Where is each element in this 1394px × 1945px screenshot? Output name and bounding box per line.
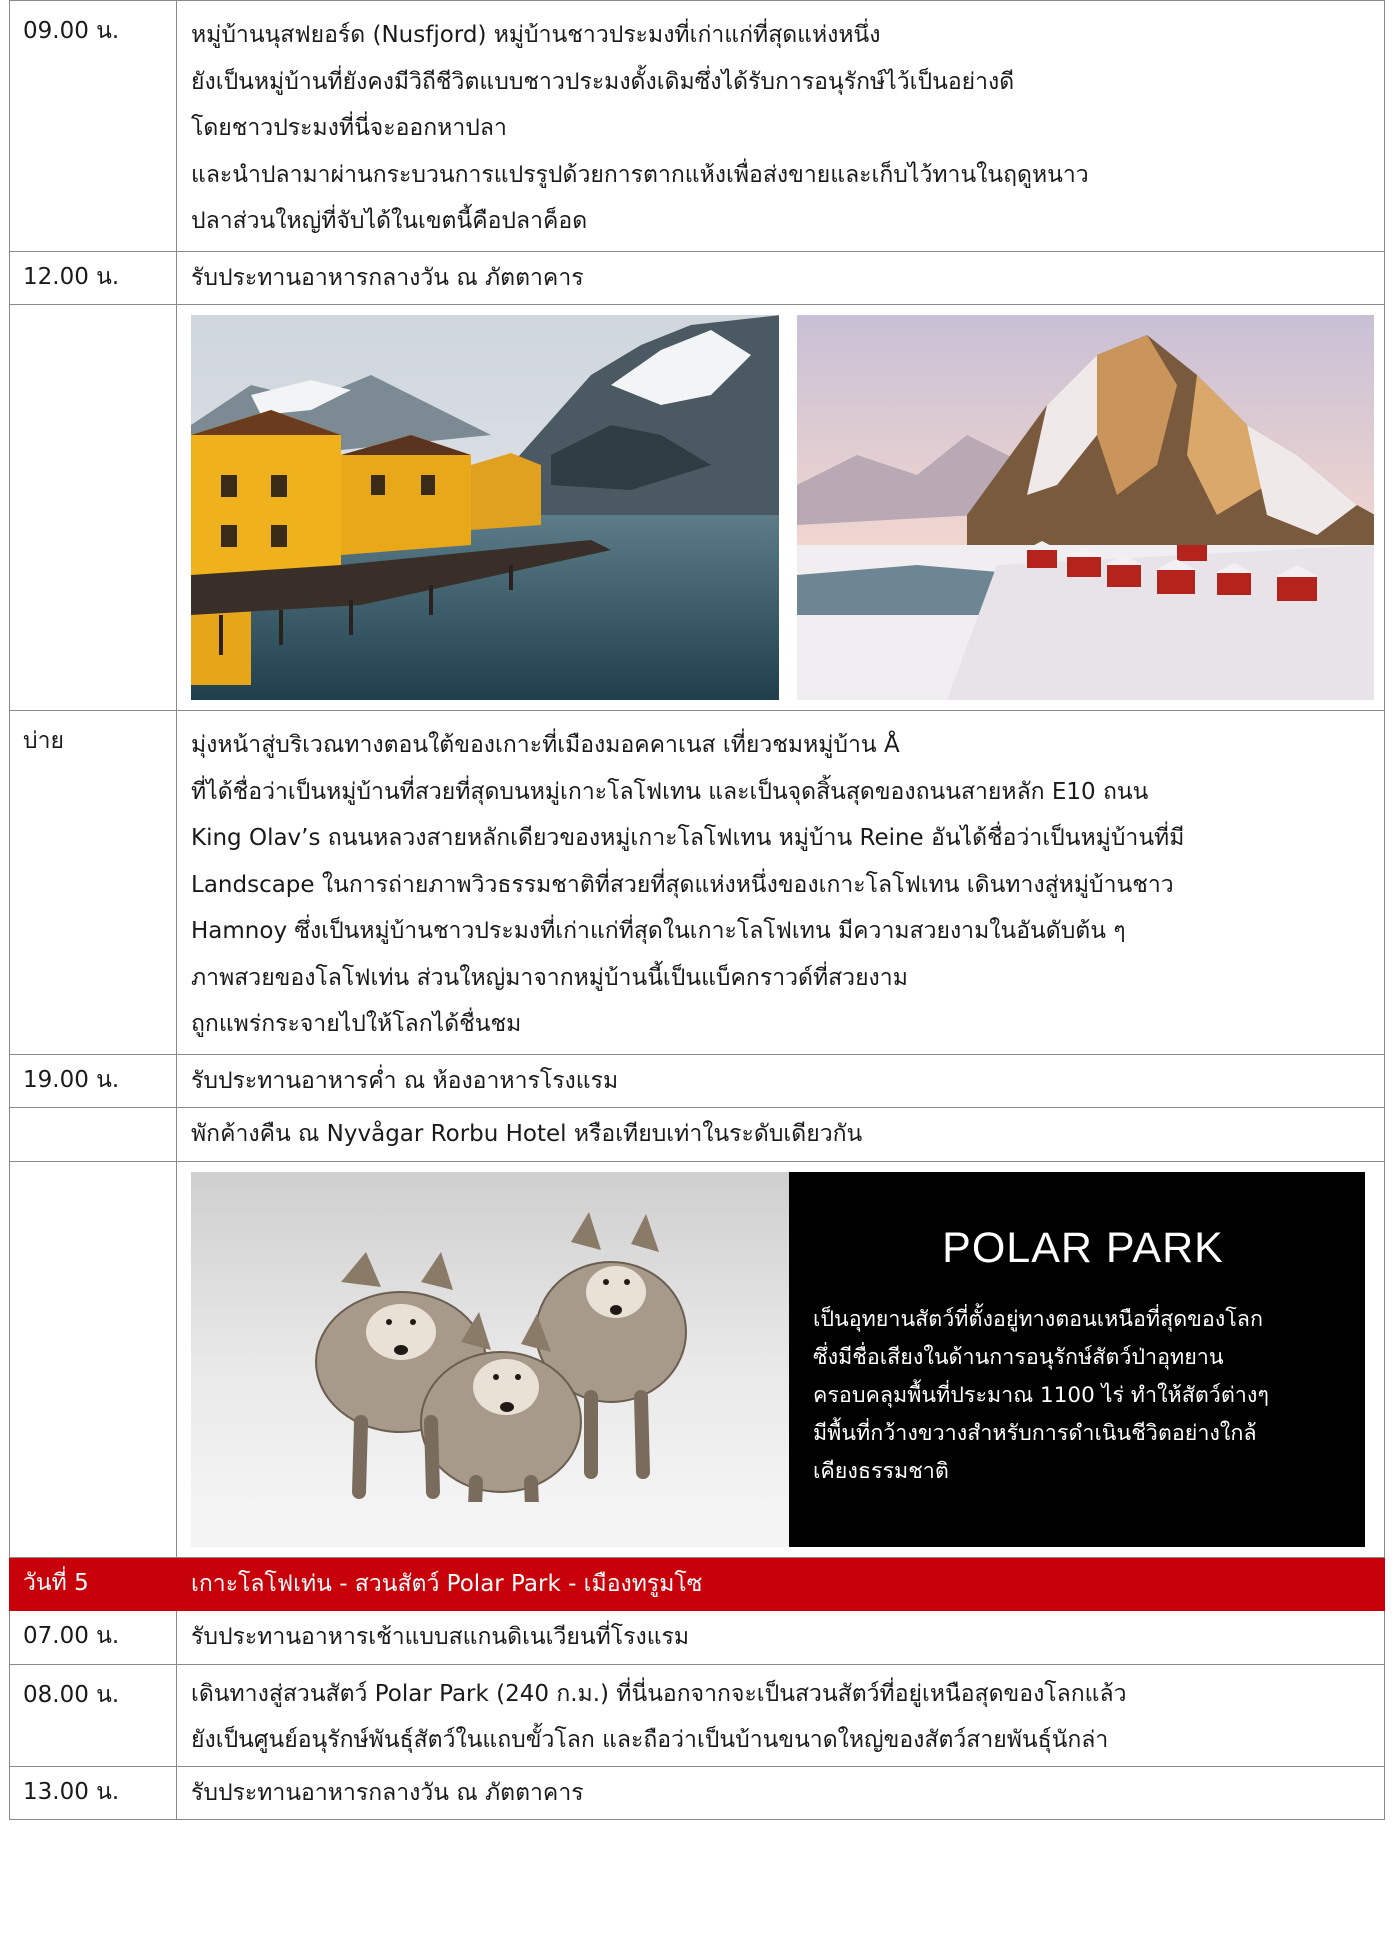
description-cell: หมู่บ้านนุสฟยอร์ด (Nusfjord) หมู่บ้านชาว… — [176, 0, 1385, 252]
description-line: ยังเป็นศูนย์อนุรักษ์พันธุ์สัตว์ในแถบขั้ว… — [191, 1727, 1109, 1753]
polar-park-line: มีพื้นที่กว้างขวางสำหรับการดำเนินชีวิตอย… — [813, 1420, 1257, 1446]
polar-park-line: ซึ่งมีชื่อเสียงในด้านการอนุรักษ์สัตว์ป่า… — [813, 1344, 1224, 1370]
description-line: ปลาส่วนใหญ่ที่จับได้ในเขตนี้คือปลาค็อด — [191, 208, 588, 234]
image-cell: POLAR PARK เป็นอุทยานสัตว์ที่ตั้งอยู่ทาง… — [176, 1160, 1385, 1558]
table-row: 07.00 น. รับประทานอาหารเช้าแบบสแกนดิเนเว… — [9, 1610, 1385, 1665]
description-line: มุ่งหน้าสู่บริเวณทางตอนใต้ของเกาะที่เมือ… — [191, 732, 900, 758]
hamnoy-village-photo — [797, 315, 1374, 700]
description-line: ที่ได้ชื่อว่าเป็นหมู่บ้านที่สวยที่สุดบนห… — [191, 778, 1149, 805]
itinerary-table: 09.00 น. หมู่บ้านนุสฟยอร์ด (Nusfjord) หม… — [9, 0, 1385, 1820]
polar-park-banner: POLAR PARK เป็นอุทยานสัตว์ที่ตั้งอยู่ทาง… — [191, 1171, 1374, 1547]
table-row: 08.00 น. เดินทางสู่สวนสัตว์ Polar Park (… — [9, 1663, 1385, 1767]
image-row — [9, 304, 1385, 711]
description-line: รับประทานอาหารเช้าแบบสแกนดิเนเวียนที่โรง… — [191, 1624, 690, 1650]
time-cell — [9, 304, 177, 711]
description-cell: มุ่งหน้าสู่บริเวณทางตอนใต้ของเกาะที่เมือ… — [176, 710, 1385, 1055]
time-cell: 13.00 น. — [9, 1765, 177, 1820]
polar-park-line: เป็นอุทยานสัตว์ที่ตั้งอยู่ทางตอนเหนือที่… — [813, 1306, 1263, 1332]
time-cell: 09.00 น. — [9, 0, 177, 252]
table-row: พักค้างคืน ณ Nyvågar Rorbu Hotel หรือเที… — [9, 1107, 1385, 1162]
image-cell — [176, 304, 1385, 711]
description-cell: รับประทานอาหารเช้าแบบสแกนดิเนเวียนที่โรง… — [176, 1610, 1385, 1665]
table-row: 19.00 น. รับประทานอาหารค่ำ ณ ห้องอาหารโร… — [9, 1053, 1385, 1108]
image-row: POLAR PARK เป็นอุทยานสัตว์ที่ตั้งอยู่ทาง… — [9, 1160, 1385, 1558]
itinerary-page: 09.00 น. หมู่บ้านนุสฟยอร์ด (Nusfjord) หม… — [0, 0, 1394, 1945]
description-line: รับประทานอาหารกลางวัน ณ ภัตตาคาร — [191, 264, 584, 291]
description-cell: พักค้างคืน ณ Nyvågar Rorbu Hotel หรือเที… — [176, 1107, 1385, 1162]
polar-park-line: ครอบคลุมพื้นที่ประมาณ 1100 ไร่ ทำให้สัตว… — [813, 1382, 1269, 1408]
description-line: ภาพสวยของโลโฟเท่น ส่วนใหญ่มาจากหมู่บ้านน… — [191, 964, 908, 991]
description-cell: รับประทานอาหารกลางวัน ณ ภัตตาคาร — [176, 250, 1385, 305]
time-cell — [9, 1160, 177, 1558]
day-header-row: วันที่ 5 เกาะโลโฟเท่น - สวนสัตว์ Polar P… — [9, 1556, 1385, 1611]
description-line: Hamnoy ซึ่งเป็นหมู่บ้านชาวประมงที่เก่าแก… — [191, 918, 1126, 944]
polar-park-title: POLAR PARK — [942, 1223, 1224, 1272]
description-line: King Olav’s ถนนหลวงสายหลักเดียวของหมู่เก… — [191, 825, 1185, 851]
time-cell: 12.00 น. — [9, 250, 177, 305]
wolves-photo — [191, 1171, 789, 1547]
description-line: พักค้างคืน ณ Nyvågar Rorbu Hotel หรือเที… — [191, 1121, 863, 1147]
nusfjord-village-photo — [191, 315, 780, 700]
description-line: โดยชาวประมงที่นี่จะออกหาปลา — [191, 115, 507, 141]
table-row: บ่าย มุ่งหน้าสู่บริเวณทางตอนใต้ของเกาะที… — [9, 710, 1385, 1055]
time-cell — [9, 1107, 177, 1162]
table-row: 13.00 น. รับประทานอาหารกลางวัน ณ ภัตตาคา… — [9, 1765, 1385, 1820]
description-cell: เดินทางสู่สวนสัตว์ Polar Park (240 ก.ม.)… — [176, 1663, 1385, 1767]
time-cell: 07.00 น. — [9, 1610, 177, 1665]
time-cell: บ่าย — [9, 710, 177, 1055]
day-label: วันที่ 5 — [9, 1556, 177, 1611]
time-cell: 08.00 น. — [9, 1663, 177, 1767]
description-line: เดินทางสู่สวนสัตว์ Polar Park (240 ก.ม.)… — [191, 1680, 1127, 1707]
day-title: เกาะโลโฟเท่น - สวนสัตว์ Polar Park - เมื… — [176, 1556, 1385, 1611]
description-line: Landscape ในการถ่ายภาพวิวธรรมชาติที่สวยท… — [191, 871, 1174, 898]
table-row: 09.00 น. หมู่บ้านนุสฟยอร์ด (Nusfjord) หม… — [9, 0, 1385, 252]
polar-park-description: เป็นอุทยานสัตว์ที่ตั้งอยู่ทางตอนเหนือที่… — [813, 1301, 1365, 1491]
description-cell: รับประทานอาหารค่ำ ณ ห้องอาหารโรงแรม — [176, 1053, 1385, 1108]
day-title-text: เกาะโลโฟเท่น - สวนสัตว์ Polar Park - เมื… — [191, 1570, 703, 1597]
polar-park-line: เคียงธรรมชาติ — [813, 1458, 949, 1484]
description-line: รับประทานอาหารค่ำ ณ ห้องอาหารโรงแรม — [191, 1067, 619, 1094]
description-line: หมู่บ้านนุสฟยอร์ด (Nusfjord) หมู่บ้านชาว… — [191, 22, 881, 48]
description-line: ถูกแพร่กระจายไปให้โลกได้ชื่นชม — [191, 1011, 522, 1037]
table-row: 12.00 น. รับประทานอาหารกลางวัน ณ ภัตตาคา… — [9, 250, 1385, 305]
description-line: ยังเป็นหมู่บ้านที่ยังคงมีวิถีชีวิตแบบชาว… — [191, 68, 1015, 95]
polar-park-info-panel: POLAR PARK เป็นอุทยานสัตว์ที่ตั้งอยู่ทาง… — [789, 1171, 1365, 1547]
time-cell: 19.00 น. — [9, 1053, 177, 1108]
description-line: และนำปลามาผ่านกระบวนการแปรรูปด้วยการตากแ… — [191, 161, 1089, 188]
description-cell: รับประทานอาหารกลางวัน ณ ภัตตาคาร — [176, 1765, 1385, 1820]
description-line: รับประทานอาหารกลางวัน ณ ภัตตาคาร — [191, 1779, 584, 1806]
